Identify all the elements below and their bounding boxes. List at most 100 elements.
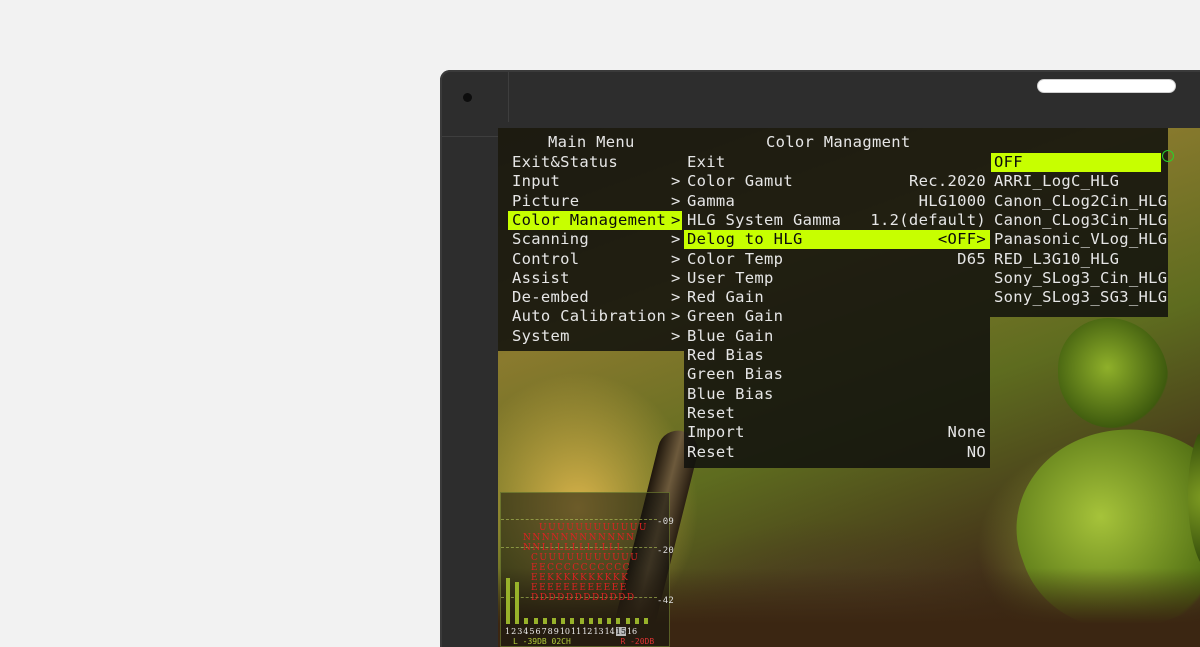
main-menu-item-label: Assist	[512, 268, 570, 287]
color-menu-item[interactable]: Import None	[687, 423, 986, 442]
color-menu-item-value: 1.2(default)	[870, 210, 986, 229]
channel-number: 3	[517, 627, 523, 636]
channel-number: 14	[604, 627, 615, 636]
color-menu-item-label: Import	[687, 423, 745, 442]
color-menu-item-value: HLG1000	[918, 191, 986, 210]
meter-row-text: EECCCCCCCCCC	[531, 563, 632, 573]
chevron-right-icon: >	[671, 268, 681, 287]
color-menu-item-label: Gamma	[687, 191, 736, 210]
color-menu-item[interactable]: Green Bias	[687, 365, 986, 384]
main-menu-item[interactable]: Exit&Status	[512, 153, 682, 172]
power-indicator-slot	[1037, 79, 1176, 93]
bezel-seam	[442, 136, 498, 137]
channel-level-bar	[616, 618, 621, 624]
color-menu-item[interactable]: Red Gain	[687, 288, 986, 307]
delog-option-item[interactable]: Canon_CLog2Cin_HLG	[991, 192, 1167, 211]
channel-numbers: 12345678910111213141516	[505, 627, 638, 636]
color-menu-item[interactable]: Color Gamut Rec.2020	[687, 172, 986, 191]
status-circle-icon	[1162, 150, 1174, 162]
color-menu-item[interactable]: Red Bias	[687, 346, 986, 365]
color-menu-item-label: HLG System Gamma	[687, 210, 842, 229]
channel-level-bar	[524, 618, 529, 624]
main-menu-item-label: Scanning	[512, 230, 590, 249]
chevron-right-icon: >	[671, 307, 681, 326]
color-menu-item-label: Delog to HLG	[687, 230, 803, 249]
color-menu-item[interactable]: Reset NO	[687, 443, 986, 462]
audio-meter: -09 -20 -42 UUUUUUUUUUUU NNNNNNNNNNNN NNLL…	[500, 492, 674, 647]
main-menu-item[interactable]: Input >	[512, 172, 682, 191]
color-menu-item[interactable]: Delog to HLG <OFF>	[684, 230, 990, 250]
delog-option-item[interactable]: Canon_CLog3Cin_HLG	[991, 211, 1167, 230]
delog-option-label: ARRI_LogC_HLG	[994, 172, 1120, 191]
main-menu-item[interactable]: De-embed >	[512, 288, 682, 307]
main-menu-item-label: Input	[512, 172, 561, 191]
delog-option-item[interactable]: ARRI_LogC_HLG	[991, 172, 1163, 191]
delog-option-item[interactable]: OFF	[991, 153, 1161, 173]
background-leaf	[1058, 318, 1168, 428]
color-menu-item-label: Blue Bias	[687, 384, 774, 403]
color-menu-item[interactable]: Gamma HLG1000	[687, 192, 986, 211]
ambient-sensor-icon	[463, 93, 472, 102]
channel-number: 4	[523, 627, 529, 636]
channel-number: 7	[541, 627, 547, 636]
color-menu-item-label: Green Bias	[687, 365, 784, 384]
color-menu-item-value: None	[947, 423, 986, 442]
meter-row-text: CUUUUUUUUUUU	[531, 553, 640, 563]
channel-number: 2	[511, 627, 517, 636]
main-menu-item[interactable]: Picture >	[512, 192, 682, 211]
color-menu-item[interactable]: HLG System Gamma 1.2(default)	[687, 211, 986, 230]
channel-number: 11	[571, 627, 582, 636]
bezel-seam	[508, 72, 509, 122]
chevron-right-icon: >	[671, 230, 681, 249]
channel-level-bar	[634, 618, 639, 624]
meter-row-text: EEKKKKKKKKKK	[531, 573, 630, 583]
meter-row-text: NNNNNNNNNNNN	[523, 533, 636, 543]
channel-level-bar	[570, 618, 575, 624]
color-menu-item-label: Red Gain	[687, 288, 765, 307]
color-menu-item[interactable]: Green Gain	[687, 307, 986, 326]
main-menu-item[interactable]: Color Management >	[508, 210, 682, 231]
meter-scale-label: -09	[657, 517, 675, 527]
delog-option-label: Panasonic_VLog_HLG	[994, 230, 1168, 249]
chevron-right-icon: >	[671, 326, 681, 345]
main-menu-item[interactable]: Auto Calibration >	[512, 307, 682, 326]
color-menu-item-label: Blue Gain	[687, 326, 774, 345]
channel-number: 16	[626, 627, 638, 636]
delog-option-item[interactable]: Panasonic_VLog_HLG	[991, 230, 1167, 249]
color-menu-item[interactable]: Color Temp D65	[687, 250, 986, 269]
color-menu-item[interactable]: Exit	[687, 153, 986, 172]
channel-number: 12	[582, 627, 593, 636]
color-menu-item[interactable]: Reset	[687, 404, 986, 423]
color-menu-item-label: Color Gamut	[687, 172, 793, 191]
chevron-right-icon: >	[671, 172, 681, 191]
delog-option-item[interactable]: Sony_SLog3_Cin_HLG	[991, 269, 1167, 288]
meter-row-text: DDDDDDDDDDDD	[531, 593, 636, 603]
channel-number: 6	[535, 627, 541, 636]
channel-number: 15	[615, 627, 626, 636]
channel-number: 13	[593, 627, 604, 636]
channel-level-bar	[506, 578, 510, 624]
delog-option-item[interactable]: Sony_SLog3_SG3_HLG	[991, 288, 1167, 307]
color-menu-item[interactable]: Blue Bias	[687, 385, 986, 404]
color-menu-title: Color Managment	[766, 133, 911, 151]
main-menu-item[interactable]: Control >	[512, 250, 682, 269]
channel-level-bar	[598, 618, 602, 624]
chevron-right-icon: >	[671, 249, 681, 268]
delog-option-label: Sony_SLog3_Cin_HLG	[994, 268, 1168, 287]
color-menu-item[interactable]: Blue Gain	[687, 327, 986, 346]
color-menu-item[interactable]: User Temp	[687, 269, 986, 288]
main-menu-item-label: Picture	[512, 191, 580, 210]
main-menu-item[interactable]: Scanning >	[512, 230, 682, 249]
delog-option-item[interactable]: RED_L3G10_HLG	[991, 250, 1163, 269]
channel-number: 5	[529, 627, 535, 636]
chevron-right-icon: >	[671, 210, 681, 229]
color-menu-item-value: NO	[966, 442, 986, 461]
channel-level-bar	[644, 618, 648, 624]
channel-number: 9	[553, 627, 559, 636]
main-menu-item-label: Auto Calibration	[512, 307, 667, 326]
main-menu-item-label: Color Management	[512, 210, 667, 229]
main-menu-item[interactable]: Assist >	[512, 269, 682, 288]
color-menu-item-label: Color Temp	[687, 249, 784, 268]
main-menu-item[interactable]: System >	[512, 327, 682, 346]
channel-number: 1	[505, 627, 511, 636]
